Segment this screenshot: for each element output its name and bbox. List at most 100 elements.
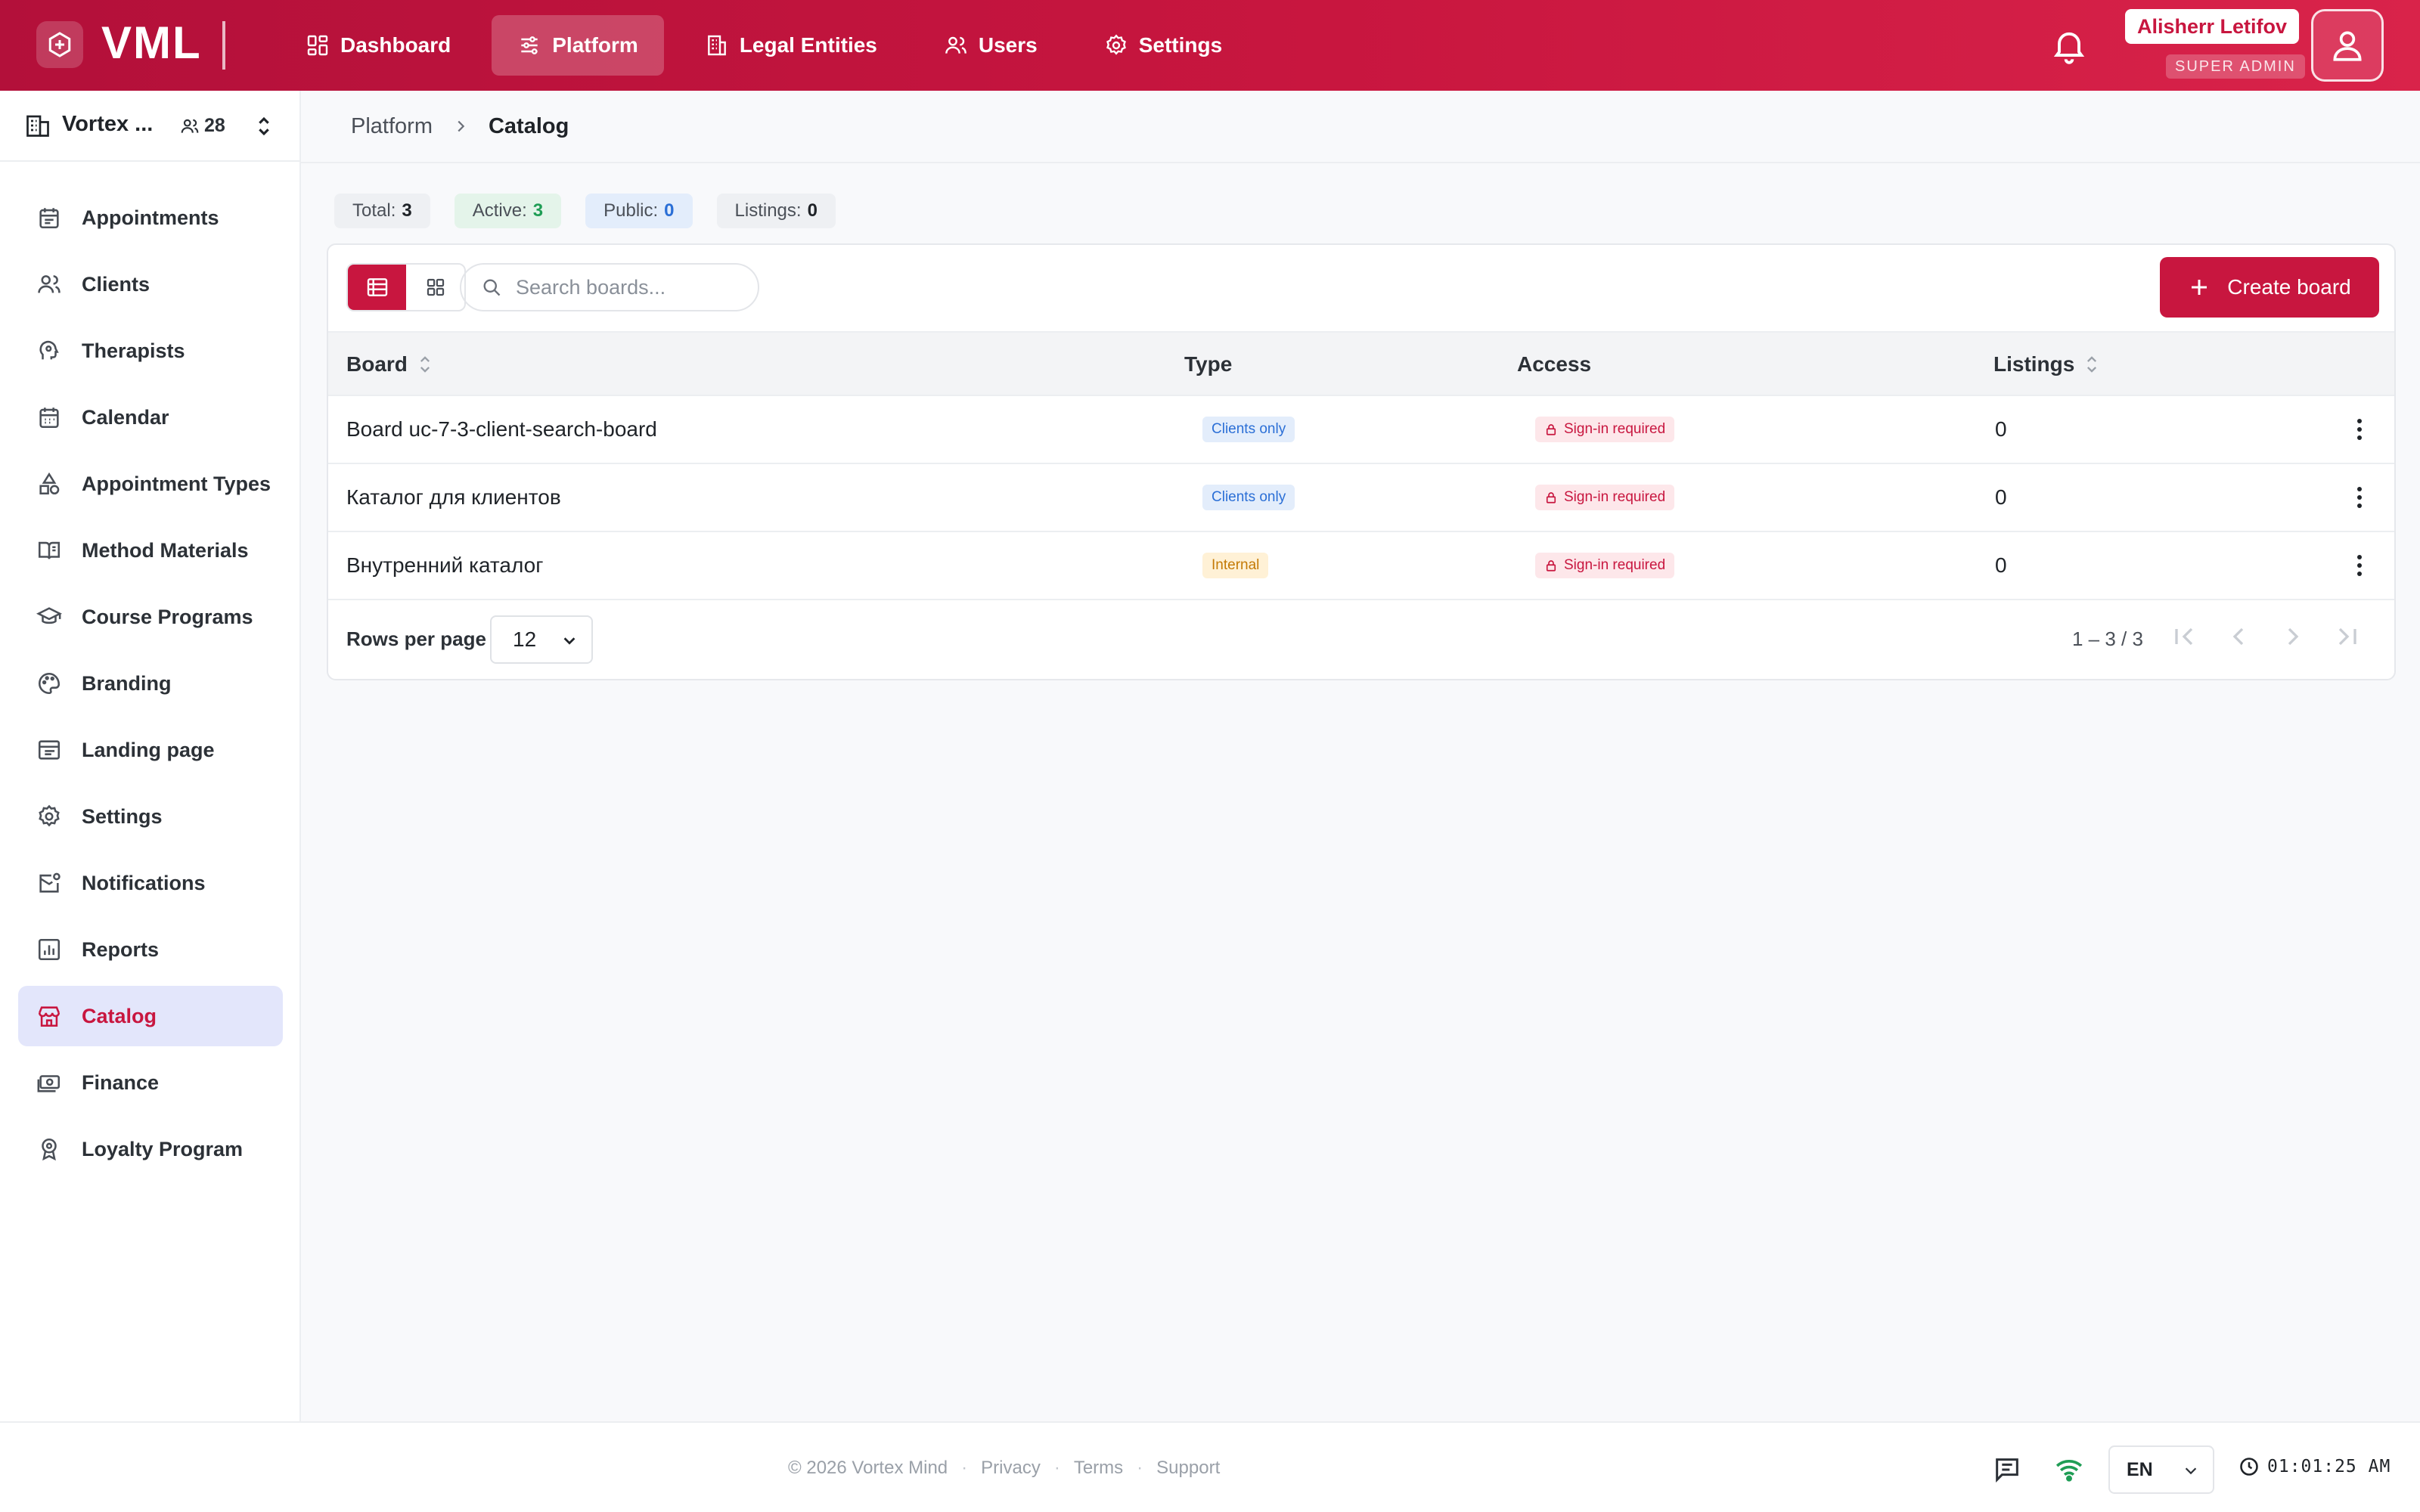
access-label: Sign-in required	[1564, 489, 1666, 505]
access-cell: Sign-in required	[1535, 532, 1675, 599]
stat-value: 3	[532, 200, 544, 221]
grid-icon	[427, 278, 444, 296]
column-label: Board	[346, 352, 408, 376]
sidebar-item-course-programs[interactable]: Course Programs	[18, 587, 283, 647]
layout-icon	[38, 740, 60, 760]
row-actions-button[interactable]	[2356, 532, 2363, 599]
app-logo[interactable]: VML	[101, 17, 202, 69]
sidebar-item-label: Method Materials	[82, 538, 249, 562]
previous-page-icon[interactable]	[2223, 621, 2254, 652]
chat-icon[interactable]	[1992, 1455, 2022, 1485]
board-name[interactable]: Внутренний каталог	[346, 532, 543, 599]
logo-icon	[36, 21, 83, 68]
sidebar-item-label: Course Programs	[82, 605, 253, 628]
chevron-up-down-icon[interactable]	[251, 112, 277, 141]
stat-active: Active: 3	[454, 194, 562, 228]
first-page-icon[interactable]	[2169, 621, 2199, 652]
stat-label: Public:	[603, 200, 659, 221]
sidebar-item-appointments[interactable]: Appointments	[18, 187, 283, 248]
sidebar-item-landing-page[interactable]: Landing page	[18, 720, 283, 780]
sidebar-item-therapists[interactable]: Therapists	[18, 321, 283, 381]
type-badge: Clients only	[1202, 417, 1295, 442]
board-name[interactable]: Board uc-7-3-client-search-board	[346, 396, 657, 463]
footer: © 2026 Vortex Mind · Privacy · Terms · S…	[0, 1421, 2420, 1512]
board-name[interactable]: Каталог для клиентов	[346, 464, 561, 531]
search-box	[460, 263, 759, 311]
footer-link-privacy[interactable]: Privacy	[981, 1458, 1041, 1479]
listings-count: 0	[1995, 553, 2007, 577]
sidebar-item-catalog[interactable]: Catalog	[18, 986, 283, 1046]
nav-label: Legal Entities	[739, 33, 877, 57]
grid-view-button[interactable]	[406, 265, 464, 310]
row-actions-button[interactable]	[2356, 396, 2363, 463]
sidebar-item-clients[interactable]: Clients	[18, 254, 283, 314]
chevron-right-icon	[458, 120, 465, 132]
access-label: Sign-in required	[1564, 557, 1666, 573]
shapes-icon	[39, 472, 60, 495]
building-icon	[26, 115, 49, 137]
search-input[interactable]	[516, 275, 743, 299]
access-badge: Sign-in required	[1535, 553, 1675, 578]
sidebar-item-calendar[interactable]: Calendar	[18, 387, 283, 448]
list-view-button[interactable]	[348, 265, 406, 310]
footer-separator: ·	[961, 1458, 968, 1478]
users-icon	[945, 36, 966, 54]
footer-link-terms[interactable]: Terms	[1074, 1458, 1123, 1479]
table-row[interactable]: Board uc-7-3-client-search-board Clients…	[328, 396, 2394, 464]
sidebar-item-label: Clients	[82, 272, 150, 296]
create-board-button[interactable]: Create board	[2160, 257, 2379, 318]
create-board-label: Create board	[2227, 275, 2351, 299]
org-switcher[interactable]: Vortex ... 28	[0, 91, 299, 162]
sidebar-item-branding[interactable]: Branding	[18, 653, 283, 714]
stat-total: Total: 3	[334, 194, 430, 228]
sidebar-item-label: Therapists	[82, 339, 185, 362]
nav-platform[interactable]: Platform	[492, 15, 664, 76]
column-header-listings[interactable]: Listings	[1993, 352, 2099, 376]
stat-value: 3	[402, 200, 412, 221]
sidebar-item-loyalty-program[interactable]: Loyalty Program	[18, 1119, 283, 1179]
table-row[interactable]: Каталог для клиентов Clients only Sign-i…	[328, 464, 2394, 532]
footer-link-support[interactable]: Support	[1156, 1458, 1220, 1479]
bell-icon[interactable]	[2049, 26, 2089, 65]
nav-settings[interactable]: Settings	[1078, 15, 1248, 76]
nav-label: Settings	[1138, 33, 1223, 57]
listings-count: 0	[1995, 417, 2007, 441]
table-row[interactable]: Внутренний каталог Internal Sign-in requ…	[328, 532, 2394, 600]
copyright: © 2026 Vortex Mind	[788, 1458, 948, 1478]
last-page-icon[interactable]	[2332, 621, 2363, 652]
stat-value: 0	[807, 200, 818, 221]
stats-bar: Total: 3 Active: 3 Public: 0 Listings: 0	[334, 194, 836, 228]
next-page-icon[interactable]	[2278, 621, 2308, 652]
breadcrumb-current: Catalog	[488, 113, 569, 138]
users-icon	[38, 275, 60, 293]
nav-users[interactable]: Users	[918, 15, 1063, 76]
stat-label: Total:	[352, 200, 396, 221]
column-header-board[interactable]: Board	[346, 352, 432, 376]
access-badge: Sign-in required	[1535, 417, 1675, 442]
boards-card: Create board Board Type Access Listings …	[327, 243, 2396, 680]
sidebar-item-finance[interactable]: Finance	[18, 1052, 283, 1113]
more-vertical-icon	[2357, 555, 2362, 576]
nav-dashboard[interactable]: Dashboard	[280, 15, 476, 76]
sidebar-item-reports[interactable]: Reports	[18, 919, 283, 980]
user-name[interactable]: Alisherr Letifov	[2125, 9, 2300, 44]
rows-per-page-select[interactable]: 12	[490, 615, 593, 664]
breadcrumb-parent[interactable]: Platform	[351, 114, 433, 139]
sidebar-item-label: Branding	[82, 671, 172, 695]
sidebar-item-notifications[interactable]: Notifications	[18, 853, 283, 913]
sidebar-item-label: Appointment Types	[82, 472, 271, 495]
column-label: Listings	[1993, 352, 2075, 376]
sidebar-item-appointment-types[interactable]: Appointment Types	[18, 454, 283, 514]
nav-legal-entities[interactable]: Legal Entities	[679, 15, 903, 76]
footer-links: © 2026 Vortex Mind · Privacy · Terms · S…	[788, 1423, 1220, 1512]
view-toggle	[346, 263, 466, 311]
avatar[interactable]	[2311, 9, 2384, 82]
row-actions-button[interactable]	[2356, 464, 2363, 531]
top-bar: VML Dashboard Platform Legal Entities Us…	[0, 0, 2420, 91]
sidebar-menu: Appointments Clients Therapists Calendar…	[18, 187, 283, 1185]
book-icon	[38, 541, 60, 559]
language-select[interactable]: EN	[2108, 1445, 2214, 1494]
sidebar: Vortex ... 28 Appointments Clients Thera…	[0, 91, 301, 1421]
sidebar-item-method-materials[interactable]: Method Materials	[18, 520, 283, 581]
sidebar-item-settings[interactable]: Settings	[18, 786, 283, 847]
